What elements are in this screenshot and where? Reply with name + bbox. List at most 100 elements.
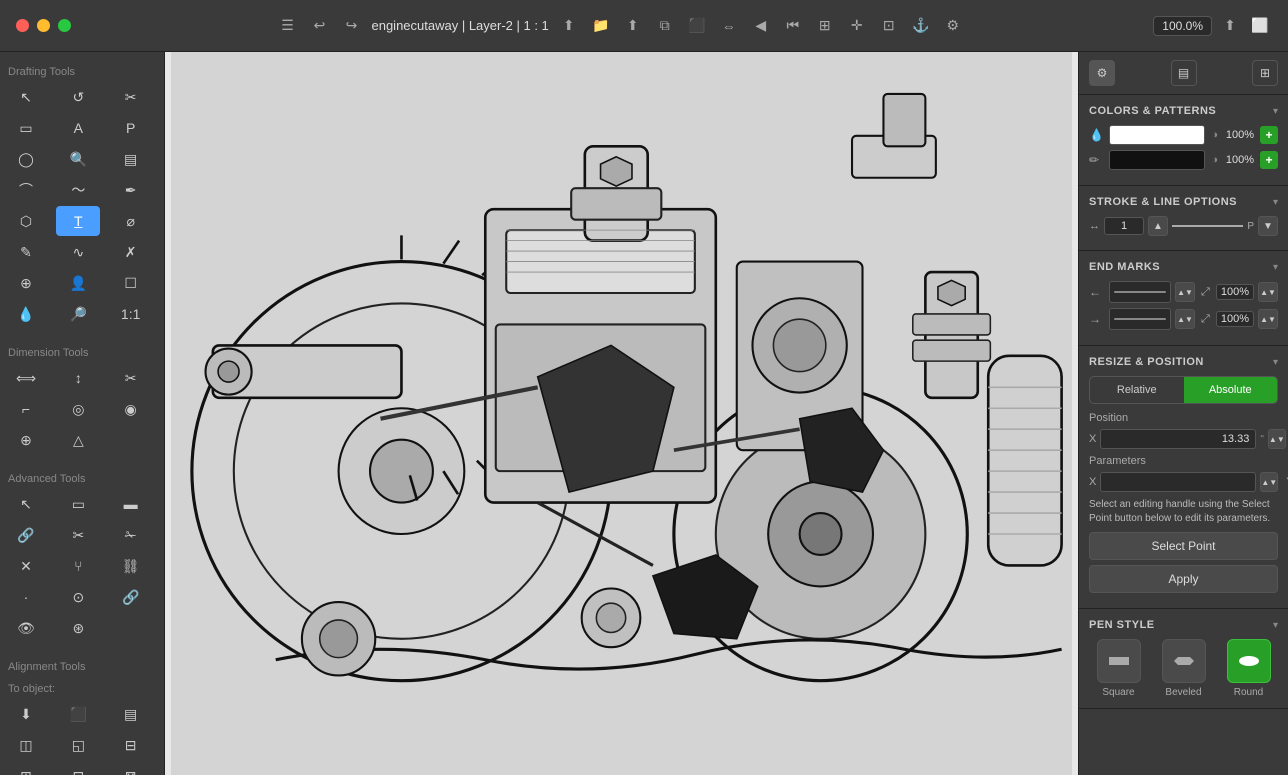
back-button[interactable]: ◀	[749, 14, 773, 38]
align-dist-v-tool[interactable]: ⊟	[56, 761, 100, 775]
colors-collapse-btn[interactable]: ▾	[1273, 106, 1278, 117]
minimize-button[interactable]	[37, 19, 50, 32]
share-right-button[interactable]: ⬆	[1218, 14, 1242, 38]
flip-h-button[interactable]: ⇔	[717, 14, 741, 38]
left-mark-stepper-btn[interactable]: ▲▼	[1175, 282, 1195, 302]
polygon-tool[interactable]: ⬡	[4, 206, 48, 236]
param-x-stepper[interactable]: ▲▼	[1260, 472, 1278, 492]
adv-select-tool[interactable]: ↖	[4, 489, 48, 519]
share-button[interactable]: ⬆	[557, 14, 581, 38]
close-button[interactable]	[16, 19, 29, 32]
fill-add-btn[interactable]: +	[1260, 126, 1278, 144]
text2-tool[interactable]: P	[109, 113, 153, 143]
fullscreen-button[interactable]: ⬜	[1248, 14, 1272, 38]
smooth-tool[interactable]: ∿	[56, 237, 100, 267]
position-x-input[interactable]: 13.33	[1100, 429, 1256, 449]
settings-button[interactable]: ⚙	[941, 14, 965, 38]
dim-arc-tool[interactable]: △	[56, 425, 100, 455]
folder-button[interactable]: 📁	[589, 14, 613, 38]
x-stepper-btn[interactable]: ▲▼	[1268, 429, 1286, 449]
pen-style-beveled[interactable]: Beveled	[1154, 639, 1213, 698]
join-tool[interactable]: ⊕	[4, 268, 48, 298]
select-point-btn[interactable]: Select Point	[1089, 532, 1278, 560]
right-end-mark-select[interactable]	[1109, 308, 1171, 330]
dim-vert-tool[interactable]: ↕	[56, 363, 100, 393]
wave-tool[interactable]: 〜	[56, 175, 100, 205]
node-tool[interactable]: T̲	[56, 206, 100, 236]
adv-links2-tool[interactable]: 🔗	[109, 582, 153, 612]
snap-button[interactable]: ⊡	[877, 14, 901, 38]
adv-cross-tool[interactable]: ✕	[4, 551, 48, 581]
arc-tool[interactable]: ⌒	[4, 175, 48, 205]
erase-tool[interactable]: ✗	[109, 237, 153, 267]
copy-button[interactable]: ⧉	[653, 14, 677, 38]
person-tool[interactable]: 👤	[56, 268, 100, 298]
adv-dot-tool[interactable]: ·	[4, 582, 48, 612]
align-center-tool[interactable]: ⬛	[56, 699, 100, 729]
stroke-add-btn[interactable]: +	[1260, 151, 1278, 169]
sidebar-toggle-button[interactable]: ☰	[275, 14, 299, 38]
scissors-tool[interactable]: ✂	[109, 82, 153, 112]
ratio-tool[interactable]: 1:1	[109, 299, 153, 329]
crosshair-button[interactable]: ✛	[845, 14, 869, 38]
pen-style-square[interactable]: Square	[1089, 639, 1148, 698]
symbols-panel-btn[interactable]: ⊞	[1252, 60, 1278, 86]
dim-radius-tool[interactable]: ◎	[56, 394, 100, 424]
align-spread-tool[interactable]: ⊠	[109, 761, 153, 775]
align-bottom-tool[interactable]: ⬇	[4, 699, 48, 729]
align-right-tool[interactable]: ▤	[109, 699, 153, 729]
adv-branch-tool[interactable]: ⑂	[56, 551, 100, 581]
left-mark-pct-stepper[interactable]: ▲▼	[1258, 282, 1278, 302]
fill-color-swatch[interactable]	[1109, 125, 1205, 145]
pencil-tool[interactable]: ✎	[4, 237, 48, 267]
stroke-collapse-btn[interactable]: ▾	[1273, 197, 1278, 208]
stroke-width-up-btn[interactable]: ▲	[1148, 216, 1168, 236]
param-x-input[interactable]	[1100, 472, 1256, 492]
zoom-level[interactable]: 100.0%	[1153, 16, 1212, 36]
adv-rect-tool[interactable]: ▭	[56, 489, 100, 519]
undo-button[interactable]: ↩	[307, 14, 331, 38]
lasso-tool[interactable]: ⌀	[109, 206, 153, 236]
adv-scissors-tool[interactable]: ✁	[109, 520, 153, 550]
grid-button[interactable]: ⊞	[813, 14, 837, 38]
drawing-canvas[interactable]	[165, 52, 1078, 775]
dim-angle-tool[interactable]: ⌐	[4, 394, 48, 424]
right-mark-pct-stepper[interactable]: ▲▼	[1258, 309, 1278, 329]
stroke-width-input[interactable]: 1	[1104, 217, 1144, 235]
paste-button[interactable]: ⬛	[685, 14, 709, 38]
media-button[interactable]: ⏮	[781, 14, 805, 38]
adv-chain-tool[interactable]: ⛓	[109, 551, 153, 581]
align-middle-tool[interactable]: ⊟	[109, 730, 153, 760]
stroke-style-btn[interactable]: ▼	[1258, 216, 1278, 236]
dim-extend-tool[interactable]: ⊕	[4, 425, 48, 455]
magnify-tool[interactable]: 🔎	[56, 299, 100, 329]
align-dist-h-tool[interactable]: ⊞	[4, 761, 48, 775]
pen-tool[interactable]: ✒	[109, 175, 153, 205]
properties-panel-btn[interactable]: ⚙	[1089, 60, 1115, 86]
circle-tool[interactable]: ◯	[4, 144, 48, 174]
adv-rect2-tool[interactable]: ▬	[109, 489, 153, 519]
resize-collapse-btn[interactable]: ▾	[1273, 357, 1278, 368]
adv-eye-tool[interactable]: 👁	[4, 613, 48, 643]
align-top-tool[interactable]: ◱	[56, 730, 100, 760]
canvas-area[interactable]	[165, 52, 1078, 775]
pen-style-round[interactable]: Round	[1219, 639, 1278, 698]
zoom-tool[interactable]: 🔍	[56, 144, 100, 174]
dim-diam-tool[interactable]: ◉	[109, 394, 153, 424]
select-tool[interactable]: ↖	[4, 82, 48, 112]
adv-network-tool[interactable]: ⊙	[56, 582, 100, 612]
right-mark-stepper-btn[interactable]: ▲▼	[1175, 309, 1195, 329]
end-marks-collapse-btn[interactable]: ▾	[1273, 262, 1278, 273]
stroke-color-swatch[interactable]	[1109, 150, 1205, 170]
check-tool[interactable]: ☐	[109, 268, 153, 298]
layers-panel-btn[interactable]: ▤	[1171, 60, 1197, 86]
align-left-tool[interactable]: ◫	[4, 730, 48, 760]
left-end-mark-select[interactable]	[1109, 281, 1171, 303]
adv-nodes-tool[interactable]: ⊛	[56, 613, 100, 643]
anchor-button[interactable]: ⚓	[909, 14, 933, 38]
absolute-btn[interactable]: Absolute	[1184, 377, 1278, 403]
apply-btn[interactable]: Apply	[1089, 565, 1278, 593]
layer-tool[interactable]: ▤	[109, 144, 153, 174]
pen-style-collapse-btn[interactable]: ▾	[1273, 620, 1278, 631]
adv-link-tool[interactable]: 🔗	[4, 520, 48, 550]
